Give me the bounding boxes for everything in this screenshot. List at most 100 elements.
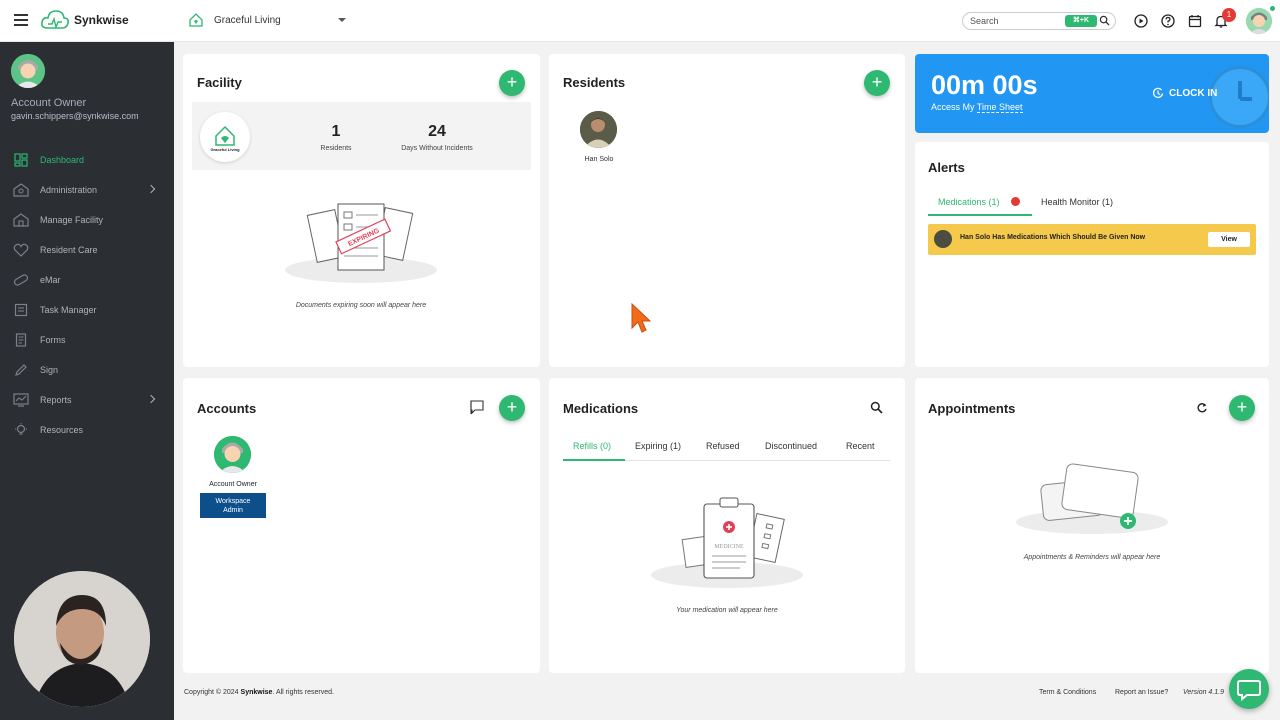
view-alert-button[interactable]: View [1208, 232, 1250, 247]
search-icon[interactable] [870, 401, 883, 414]
appointments-card-title: Appointments [928, 401, 1016, 416]
tab-refused[interactable]: Refused [706, 441, 740, 451]
sidebar-item-resources[interactable]: Resources [0, 415, 174, 445]
add-appointment-button[interactable]: + [1229, 395, 1255, 421]
facility-card-title: Facility [197, 75, 242, 90]
sidebar-item-sign[interactable]: Sign [0, 355, 174, 385]
search-icon[interactable] [1099, 15, 1110, 26]
add-resident-button[interactable]: + [864, 70, 890, 96]
resident-avatar [934, 230, 952, 248]
alerts-card-title: Alerts [928, 160, 965, 175]
account-email: gavin.schippers@synkwise.com [11, 111, 139, 121]
sidebar-item-label: Manage Facility [40, 215, 104, 225]
presenter-video-image [14, 571, 150, 707]
timesheet-link[interactable]: Access My Time Sheet [931, 102, 1023, 113]
days-count: 24 [428, 123, 446, 140]
user-avatar[interactable] [1246, 8, 1272, 34]
copyright-brand: Synkwise [240, 689, 273, 696]
notification-badge: 1 [1222, 8, 1236, 22]
administration-icon [12, 182, 30, 198]
sidebar: Account Owner gavin.schippers@synkwise.c… [0, 42, 174, 720]
copyright-suffix: . All rights reserved. [272, 689, 334, 696]
medicine-label: MEDICINE [714, 544, 744, 550]
sidebar-item-label: eMar [40, 275, 61, 285]
nurse-avatar-icon [214, 436, 251, 473]
calendar-icon[interactable] [1188, 14, 1202, 28]
accounts-card [183, 378, 540, 673]
message-flag-icon[interactable] [469, 400, 485, 415]
pill-icon [12, 272, 30, 288]
clock-in-icon [1152, 87, 1164, 98]
sidebar-item-resident-care[interactable]: Resident Care [0, 235, 174, 265]
sidebar-item-task-manager[interactable]: Task Manager [0, 295, 174, 325]
residents-card-title: Residents [563, 75, 626, 90]
appointments-illustration [1016, 463, 1168, 534]
timesheet-link-text: Time Sheet [976, 102, 1023, 113]
help-icon[interactable] [1161, 14, 1175, 28]
chat-button[interactable] [1229, 669, 1269, 709]
heart-icon [12, 242, 30, 258]
sidebar-item-dashboard[interactable]: Dashboard [0, 145, 174, 175]
facility-logo[interactable]: Graceful Living [200, 112, 250, 162]
account-avatar[interactable] [11, 54, 45, 88]
tab-recent[interactable]: Recent [846, 441, 875, 451]
dashboard-icon [12, 152, 30, 168]
refresh-icon[interactable] [1196, 402, 1208, 414]
account-name: Account Owner [11, 97, 87, 109]
tab-discontinued[interactable]: Discontinued [765, 441, 817, 451]
brand-logo[interactable]: Synkwise [40, 8, 129, 32]
chevron-right-icon [146, 184, 156, 194]
account-owner-avatar[interactable] [214, 436, 251, 473]
alert-message: Han Solo Has Medications Which Should Be… [960, 234, 1146, 241]
facility-name: Graceful Living [214, 14, 281, 26]
sidebar-item-emar[interactable]: eMar [0, 265, 174, 295]
brand-name: Synkwise [74, 13, 129, 27]
sidebar-item-manage-facility[interactable]: Manage Facility [0, 205, 174, 235]
resident-name[interactable]: Han Solo [570, 156, 628, 163]
add-account-button[interactable]: + [499, 395, 525, 421]
terms-link[interactable]: Term & Conditions [1039, 689, 1096, 696]
shortcut-badge: ⌘+K [1065, 15, 1097, 27]
clock-in-button[interactable]: CLOCK IN [1152, 87, 1217, 99]
active-tab-indicator [563, 459, 625, 461]
documents-illustration: EXPIRING [285, 203, 437, 283]
play-icon[interactable] [1134, 14, 1148, 28]
sidebar-item-label: Sign [40, 365, 59, 375]
tab-refills[interactable]: Refills (0) [573, 441, 611, 451]
sidebar-item-reports[interactable]: Reports [0, 385, 174, 415]
report-issue-link[interactable]: Report an Issue? [1115, 689, 1168, 696]
cloud-logo-icon [41, 10, 69, 30]
sidebar-item-label: Task Manager [40, 305, 97, 315]
sidebar-item-label: Resources [40, 425, 84, 435]
tab-expiring[interactable]: Expiring (1) [635, 441, 681, 451]
facility-logo-text: Graceful Living [210, 147, 240, 152]
facility-icon [12, 212, 30, 228]
sign-icon [12, 362, 30, 378]
sidebar-item-label: Resident Care [40, 245, 98, 255]
days-label: Days Without Incidents [401, 145, 473, 152]
facility-selector[interactable]: Graceful Living [188, 12, 346, 28]
sidebar-item-administration[interactable]: Administration [0, 175, 174, 205]
sidebar-item-label: Administration [40, 185, 98, 195]
house-icon [189, 13, 203, 27]
sidebar-item-forms[interactable]: Forms [0, 325, 174, 355]
add-facility-button[interactable]: + [499, 70, 525, 96]
accounts-card-title: Accounts [197, 401, 257, 416]
sidebar-nav: Dashboard Administration Manage Facility… [0, 145, 174, 445]
sidebar-item-label: Dashboard [40, 155, 85, 165]
tab-health-monitor[interactable]: Health Monitor (1) [1041, 197, 1113, 207]
webcam-overlay [14, 571, 150, 707]
search-input[interactable]: Search ⌘+K [962, 12, 1116, 30]
version-text: Version 4.1.9 [1183, 689, 1224, 696]
resident-avatar[interactable] [580, 111, 617, 148]
medicine-illustration: MEDICINE [651, 497, 803, 588]
sidebar-item-label: Reports [40, 395, 72, 405]
menu-icon[interactable] [14, 14, 28, 26]
task-icon [12, 302, 30, 318]
residents-card [549, 54, 905, 367]
reports-icon [12, 392, 30, 408]
documents-empty-text: Documents expiring soon will appear here [295, 302, 427, 309]
medication-alert: Han Solo Has Medications Which Should Be… [928, 224, 1256, 255]
tab-medications[interactable]: Medications (1) [938, 197, 1000, 207]
resident-photo [580, 111, 617, 148]
